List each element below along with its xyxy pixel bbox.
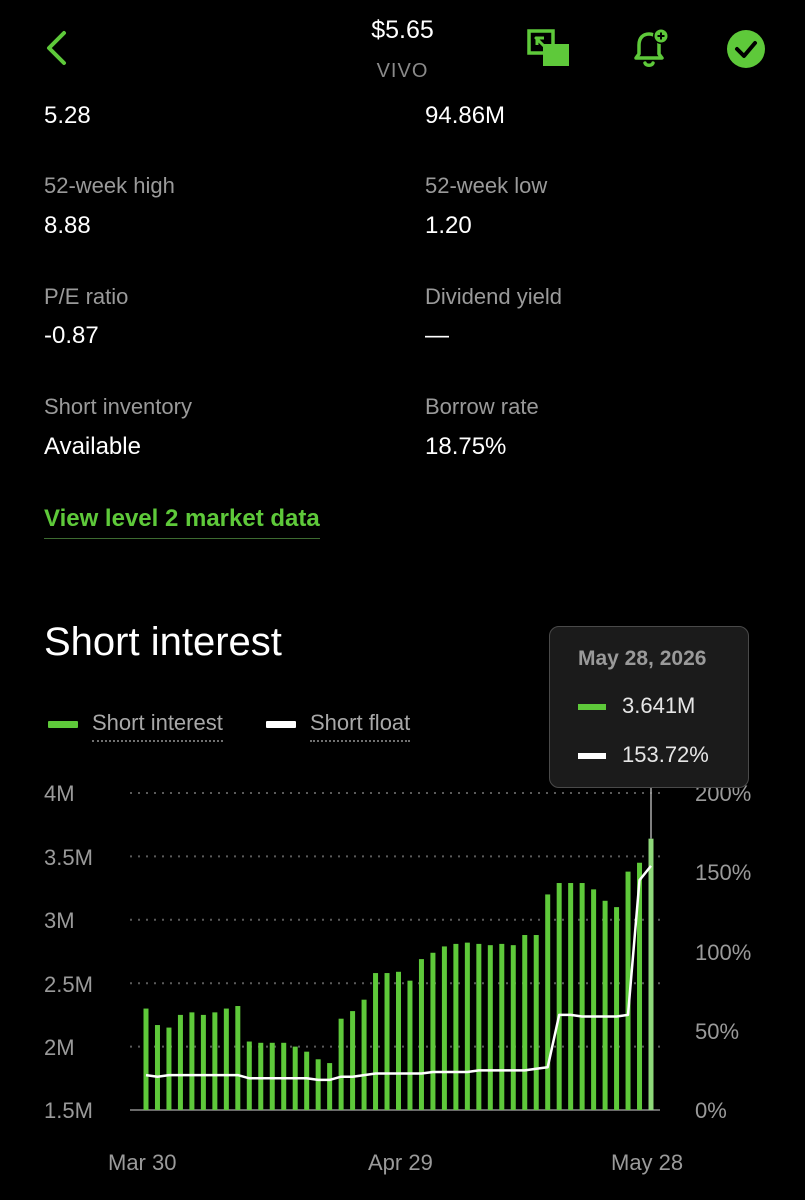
short-interest-bar[interactable] (407, 980, 413, 1110)
short-interest-bar[interactable] (648, 838, 654, 1110)
short-interest-bar[interactable] (258, 1042, 264, 1110)
short-interest-bar[interactable] (315, 1059, 321, 1110)
short-interest-bar[interactable] (453, 943, 459, 1110)
tooltip-short-interest: 3.641M (622, 693, 696, 718)
short-interest-bar[interactable] (568, 883, 574, 1110)
short-interest-bar[interactable] (235, 1006, 241, 1110)
short-interest-bar[interactable] (223, 1008, 229, 1110)
short-interest-bars (143, 838, 654, 1110)
short-interest-bar[interactable] (154, 1025, 160, 1110)
short-interest-bar[interactable] (269, 1042, 275, 1110)
short-interest-bar[interactable] (499, 943, 505, 1110)
short-interest-bar[interactable] (510, 945, 516, 1110)
short-interest-bar[interactable] (200, 1014, 206, 1110)
short-interest-bar[interactable] (556, 883, 562, 1110)
short-interest-chart[interactable] (0, 0, 805, 1200)
chart-tooltip: May 28, 2026 3.641M 153.72% (549, 626, 749, 788)
short-interest-bar[interactable] (373, 973, 379, 1110)
tooltip-swatch-white (578, 753, 606, 759)
short-interest-bar[interactable] (545, 894, 551, 1110)
short-interest-bar[interactable] (177, 1014, 183, 1110)
short-interest-bar[interactable] (281, 1042, 287, 1110)
short-interest-bar[interactable] (350, 1011, 356, 1110)
short-interest-bar[interactable] (591, 889, 597, 1110)
short-interest-bar[interactable] (143, 1008, 149, 1110)
short-interest-bar[interactable] (166, 1027, 172, 1110)
short-interest-bar[interactable] (418, 959, 424, 1110)
short-interest-bar[interactable] (487, 945, 493, 1110)
short-interest-bar[interactable] (522, 935, 528, 1110)
short-interest-bar[interactable] (304, 1051, 310, 1110)
tooltip-date: May 28, 2026 (578, 647, 707, 670)
tooltip-short-float: 153.72% (622, 742, 709, 767)
short-interest-bar[interactable] (614, 907, 620, 1110)
short-interest-bar[interactable] (396, 971, 401, 1110)
short-interest-bar[interactable] (441, 946, 447, 1110)
short-interest-bar[interactable] (579, 883, 585, 1110)
short-interest-bar[interactable] (338, 1018, 344, 1110)
short-interest-bar[interactable] (430, 952, 436, 1110)
short-interest-bar[interactable] (189, 1012, 195, 1110)
tooltip-swatch-green (578, 704, 606, 710)
short-interest-bar[interactable] (246, 1041, 252, 1110)
short-interest-bar[interactable] (384, 973, 390, 1110)
short-interest-bar[interactable] (476, 943, 482, 1110)
short-interest-bar[interactable] (327, 1063, 333, 1110)
short-interest-bar[interactable] (602, 900, 608, 1110)
short-interest-bar[interactable] (361, 999, 367, 1110)
short-interest-bar[interactable] (212, 1012, 218, 1110)
short-interest-bar[interactable] (533, 935, 539, 1110)
short-interest-bar[interactable] (464, 942, 470, 1110)
